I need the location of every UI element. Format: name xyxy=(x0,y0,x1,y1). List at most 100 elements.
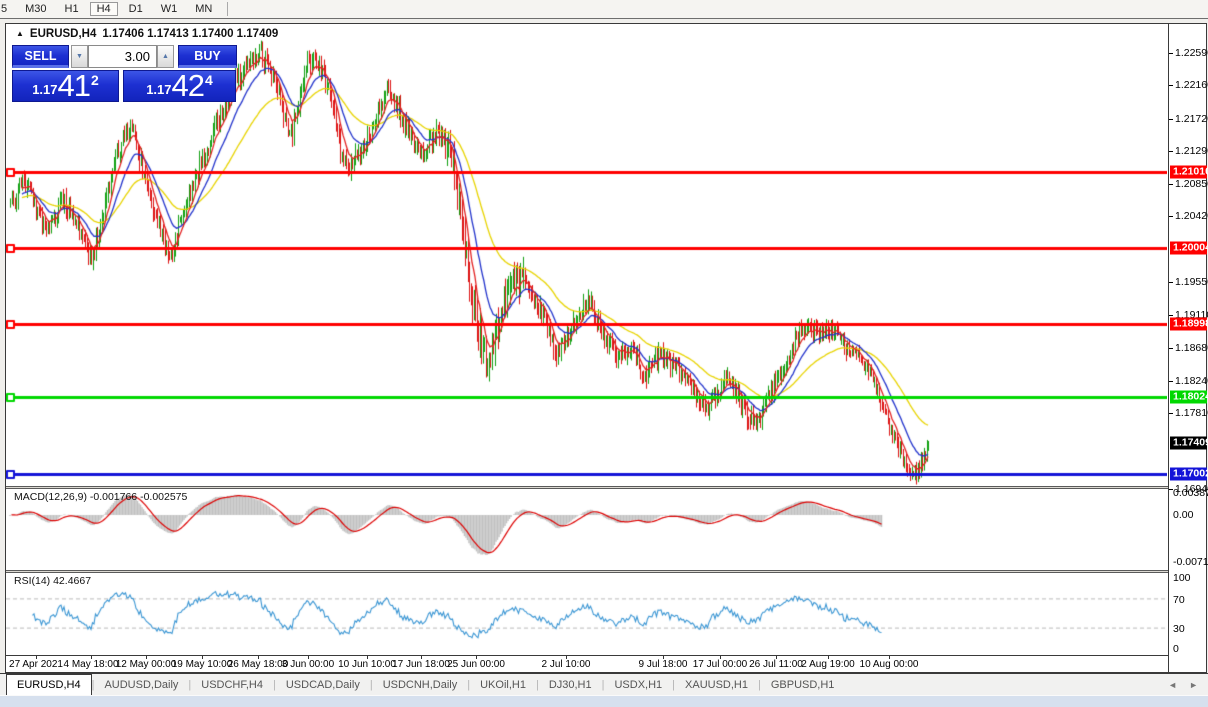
buy-price-prefix: 1.17 xyxy=(146,82,172,97)
price-tick-mark xyxy=(1169,150,1173,152)
time-tick-label: 10 Jun 10:00 xyxy=(338,659,396,670)
time-tick-label: 17 Jun 18:00 xyxy=(392,659,450,670)
sell-price-panel[interactable]: 1.17 41 2 xyxy=(12,70,119,102)
sell-price-prefix: 1.17 xyxy=(32,82,58,97)
tab-eurusd-h4[interactable]: EURUSD,H4 xyxy=(6,674,92,695)
chart-symbol-period: EURUSD,H4 xyxy=(29,28,97,40)
time-tick-label: 2 Jul 10:00 xyxy=(541,659,591,670)
rsi-axis-label: 30 xyxy=(1173,623,1185,635)
volume-increase-button[interactable]: ▲ xyxy=(157,45,174,68)
price-tick-mark xyxy=(1169,380,1173,382)
price-tick-label: 1.18680 xyxy=(1175,341,1208,354)
rsi-axis-label: 70 xyxy=(1173,594,1185,606)
tab-usdcnh-daily[interactable]: USDCNH,Daily xyxy=(373,674,468,695)
tab-usdx-h1[interactable]: USDX,H1 xyxy=(604,674,672,695)
scroll-right-icon[interactable]: ► xyxy=(1189,680,1198,690)
hline-price-badge: 1.18998 xyxy=(1170,317,1208,331)
volume-field-box xyxy=(88,45,157,68)
price-tick-label: 1.18240 xyxy=(1175,374,1208,387)
price-tick-label: 1.22160 xyxy=(1175,79,1208,92)
volume-decrease-button[interactable]: ▼ xyxy=(71,45,88,68)
chart-header: ▲ EURUSD,H4 1.17406 1.17413 1.17400 1.17… xyxy=(16,28,278,40)
timeframe-toolbar: 5 M30 H1 H4 D1 W1 MN xyxy=(0,0,1208,19)
price-tick-label: 1.20850 xyxy=(1175,178,1208,191)
timeframe-button-h1[interactable]: H1 xyxy=(58,2,86,16)
chevron-up-icon: ▲ xyxy=(162,53,169,60)
tab-usdcad-daily[interactable]: USDCAD,Daily xyxy=(276,674,370,695)
volume-input[interactable] xyxy=(89,46,156,67)
price-tick-mark xyxy=(1169,85,1173,87)
timeframe-button-m30[interactable]: M30 xyxy=(18,2,53,16)
time-tick-label: 26 May 18:00 xyxy=(227,659,289,670)
rsi-axis-label: 100 xyxy=(1173,572,1191,584)
tab-ukoil-h1[interactable]: UKOil,H1 xyxy=(470,674,536,695)
timeframe-button-d1[interactable]: D1 xyxy=(122,2,150,16)
chart-ohlc-values: 1.17406 1.17413 1.17400 1.17409 xyxy=(102,28,279,40)
hline-price-badge: 1.20004 xyxy=(1170,241,1208,255)
hline-price-badge: 1.21010 xyxy=(1170,165,1208,179)
time-tick-label: 26 Jul 11:00 xyxy=(749,659,803,670)
tab-gbpusd-h1[interactable]: GBPUSD,H1 xyxy=(761,674,845,695)
buy-button[interactable]: BUY xyxy=(178,45,237,68)
macd-axis-label: -0.00719 xyxy=(1173,556,1208,568)
macd-indicator-label: MACD(12,26,9) -0.001766 -0.002575 xyxy=(14,491,188,503)
time-tick-label: 9 Jul 18:00 xyxy=(638,659,688,670)
chevron-down-icon: ▼ xyxy=(76,53,83,60)
tab-dj30-h1[interactable]: DJ30,H1 xyxy=(539,674,602,695)
hline-price-badge: 1.17002 xyxy=(1170,467,1208,481)
price-tick-mark xyxy=(1169,118,1173,120)
scroll-left-icon[interactable]: ◄ xyxy=(1168,680,1177,690)
sell-price-sup: 2 xyxy=(91,72,99,88)
price-tick-label: 1.21290 xyxy=(1175,144,1208,157)
time-tick-label: 2 Aug 19:00 xyxy=(801,659,855,670)
timeframe-button-5[interactable]: 5 xyxy=(0,2,14,16)
price-tick-mark xyxy=(1169,413,1173,415)
price-tick-label: 1.21720 xyxy=(1175,112,1208,125)
tab-audusd-daily[interactable]: AUDUSD,Daily xyxy=(94,674,188,695)
buy-price-big: 42 xyxy=(171,68,205,103)
tab-scroll-arrows: ◄ ► xyxy=(1168,674,1208,695)
price-tick-label: 1.20420 xyxy=(1175,210,1208,223)
time-tick-label: 3 Jun 00:00 xyxy=(281,659,335,670)
tab-xauusd-h1[interactable]: XAUUSD,H1 xyxy=(675,674,758,695)
toolbar-separator xyxy=(227,2,229,16)
rsi-chart-canvas[interactable] xyxy=(6,573,1167,655)
timeframe-button-h4[interactable]: H4 xyxy=(89,2,118,16)
time-tick-label: 4 May 18:00 xyxy=(63,659,119,670)
time-tick-label: 12 May 00:00 xyxy=(115,659,177,670)
tab-usdchf-h4[interactable]: USDCHF,H4 xyxy=(191,674,273,695)
time-tick-label: 19 May 10:00 xyxy=(171,659,233,670)
price-tick-mark xyxy=(1169,282,1173,283)
time-tick-label: 17 Jul 00:00 xyxy=(692,659,748,670)
price-tick-label: 1.17810 xyxy=(1175,407,1208,420)
chart-tab-bar: EURUSD,H4 | AUDUSD,Daily | USDCHF,H4 | USDCAD,… xyxy=(0,673,1208,695)
sell-price-big: 41 xyxy=(57,68,91,103)
timeframe-button-w1[interactable]: W1 xyxy=(154,2,185,16)
chart-window: ▲ EURUSD,H4 1.17406 1.17413 1.17400 1.17… xyxy=(5,23,1208,673)
one-click-trading-widget: SELL ▼ ▲ BUY 1.17412 1.17424 xyxy=(12,45,240,102)
price-tick-mark xyxy=(1169,315,1173,317)
collapse-triangle-icon[interactable]: ▲ xyxy=(16,29,24,38)
timeframe-button-mn[interactable]: MN xyxy=(188,2,219,16)
price-tick-mark xyxy=(1169,347,1173,349)
time-axis[interactable]: 27 Apr 2021 4 May 18:00 12 May 00:00 19 May… xyxy=(6,655,1168,672)
time-tick-label: 25 Jun 00:00 xyxy=(447,659,505,670)
price-tick-mark xyxy=(1169,52,1173,54)
current-price-badge: 1.17409 xyxy=(1170,436,1208,450)
time-tick-label: 27 Apr 2021 xyxy=(9,659,63,670)
price-tick-label: 1.22590 xyxy=(1175,46,1208,59)
macd-axis-label: 0.003873 xyxy=(1173,487,1208,499)
hline-price-badge: 1.18024 xyxy=(1170,390,1208,404)
price-tick-mark xyxy=(1169,216,1173,218)
buy-price-panel[interactable]: 1.17 42 4 xyxy=(123,70,236,102)
rsi-indicator-label: RSI(14) 42.4667 xyxy=(14,575,92,587)
macd-axis-label: 0.00 xyxy=(1173,509,1194,521)
price-tick-label: 1.19550 xyxy=(1175,276,1208,288)
sell-button[interactable]: SELL xyxy=(12,45,69,68)
time-tick-label: 10 Aug 00:00 xyxy=(859,659,919,670)
buy-price-sup: 4 xyxy=(205,72,213,88)
rsi-axis-label: 0 xyxy=(1173,643,1179,655)
price-axis[interactable]: 1.22590 1.22160 1.21720 1.21290 1.20850 1.204… xyxy=(1168,24,1208,672)
bottom-scroll-strip[interactable] xyxy=(0,695,1208,707)
price-tick-mark xyxy=(1169,184,1173,186)
